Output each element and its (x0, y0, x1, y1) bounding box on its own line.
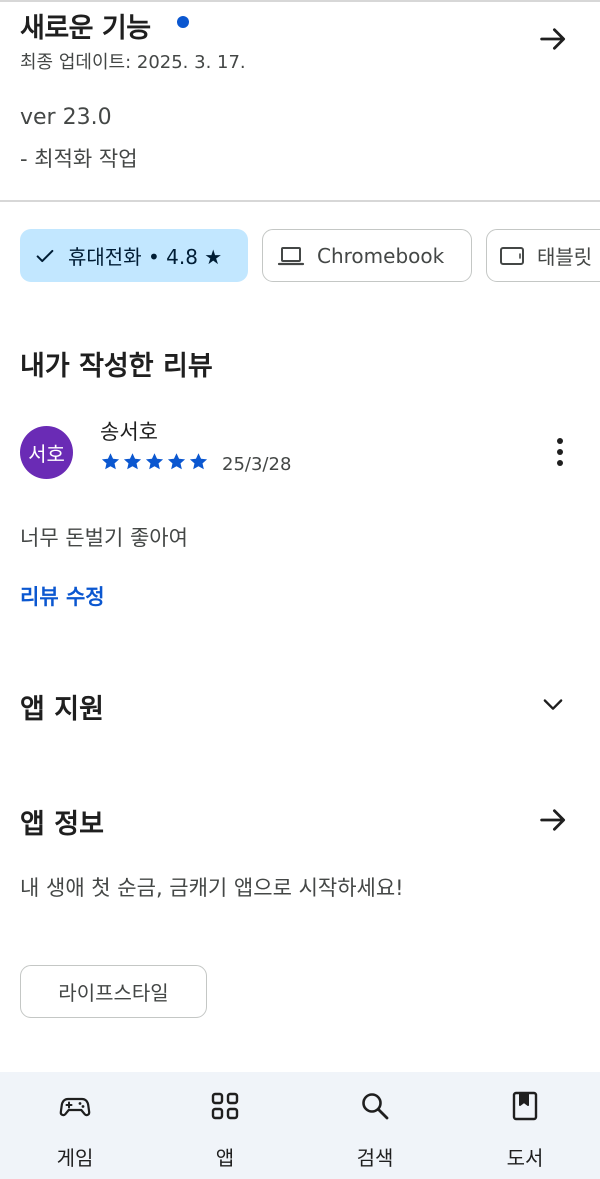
arrow-right-icon[interactable] (536, 803, 570, 837)
nav-label-books: 도서 (506, 1146, 544, 1170)
review-body: 너무 돈벌기 좋아여 (20, 526, 188, 550)
device-chip-tablet[interactable]: 태블릿 (486, 229, 600, 282)
check-icon (36, 249, 54, 262)
version-text: ver 23.0 (20, 105, 112, 130)
nav-item-games[interactable]: 게임 (15, 1072, 135, 1179)
bottom-navigation: 게임 앱 검색 도서 (0, 1072, 600, 1179)
chevron-down-icon[interactable] (539, 690, 567, 718)
device-chip-tablet-label: 태블릿 (537, 245, 593, 269)
nav-item-search[interactable]: 검색 (315, 1072, 435, 1179)
nav-label-games: 게임 (56, 1146, 94, 1170)
last-updated-text: 최종 업데이트: 2025. 3. 17. (20, 52, 246, 73)
apps-grid-icon (211, 1092, 239, 1120)
bookmark-book-icon (512, 1091, 538, 1121)
device-chip-chromebook-label: Chromebook (317, 243, 445, 268)
star-icon (167, 453, 186, 470)
nav-item-books[interactable]: 도서 (465, 1072, 585, 1179)
section-divider (0, 200, 600, 202)
whats-new-title: 새로운 기능 (20, 13, 151, 44)
about-app-description: 내 생애 첫 순금, 금캐기 앱으로 시작하세요! (20, 876, 404, 900)
more-vert-icon[interactable] (548, 434, 572, 470)
avatar: 서호 (20, 426, 73, 479)
nav-label-apps: 앱 (215, 1146, 235, 1170)
gamepad-icon (59, 1097, 91, 1117)
device-chip-phone[interactable]: 휴대전화 • 4.8 ★ (20, 229, 248, 282)
nav-item-apps[interactable]: 앱 (165, 1072, 285, 1179)
category-chip[interactable]: 라이프스타일 (20, 965, 207, 1018)
release-notes-text: - 최적화 작업 (20, 147, 138, 171)
app-support-title[interactable]: 앱 지원 (20, 687, 104, 726)
search-icon (362, 1093, 389, 1120)
star-icon (101, 453, 120, 470)
reviewer-name: 송서호 (100, 420, 158, 444)
star-rating (100, 451, 209, 472)
star-icon (145, 453, 164, 470)
my-review-title: 내가 작성한 리뷰 (20, 351, 213, 382)
star-icon (189, 453, 208, 470)
new-indicator-dot (177, 16, 189, 28)
review-date: 25/3/28 (222, 454, 292, 475)
device-chip-chromebook[interactable]: Chromebook (262, 229, 472, 282)
star-icon (123, 453, 142, 470)
about-app-title[interactable]: 앱 정보 (20, 802, 104, 841)
edit-review-link[interactable]: 리뷰 수정 (20, 581, 105, 611)
device-chip-phone-label: 휴대전화 • 4.8 ★ (68, 245, 223, 269)
nav-label-search: 검색 (356, 1146, 394, 1170)
laptop-icon (277, 246, 305, 265)
arrow-right-icon[interactable] (536, 22, 570, 56)
whats-new-section[interactable]: 새로운 기능 최종 업데이트: 2025. 3. 17. ver 23.0 - … (0, 0, 600, 200)
tablet-icon (500, 246, 524, 265)
